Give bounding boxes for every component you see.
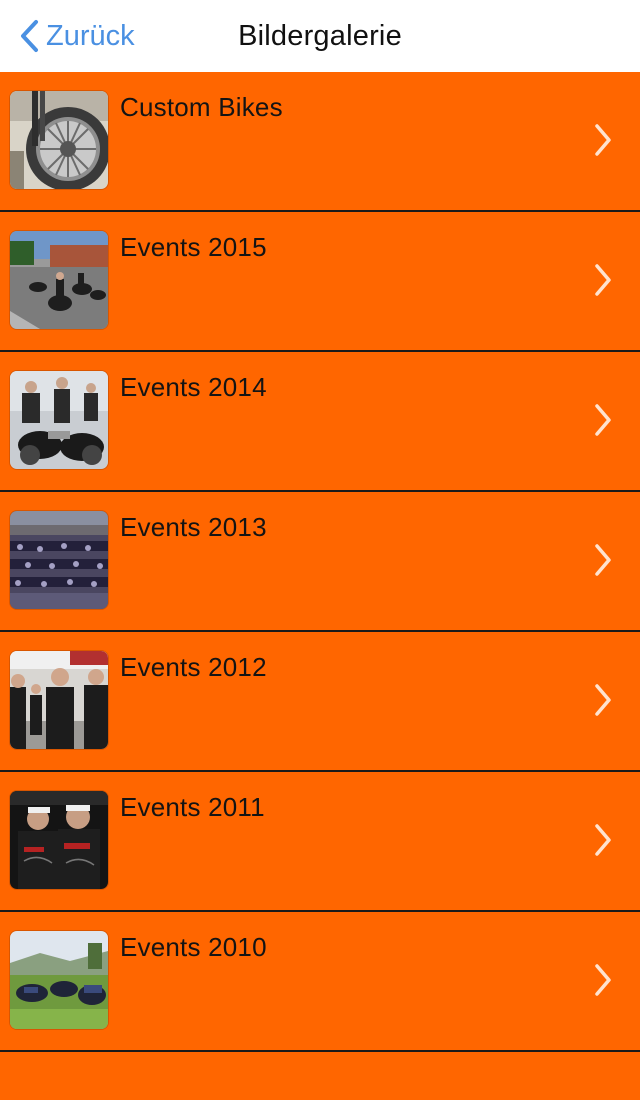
navigation-bar: Zurück Bildergalerie [0, 0, 640, 72]
parked-motorcycles-photo [10, 511, 108, 609]
gallery-row[interactable]: Custom Bikes [0, 72, 640, 212]
people-group-photo [10, 651, 108, 749]
two-bikers-photo [10, 791, 108, 889]
album-thumbnail [10, 91, 108, 189]
album-title: Events 2014 [120, 372, 267, 402]
bike-rally-photo [10, 231, 108, 329]
album-title: Events 2010 [120, 932, 267, 962]
chevron-right-icon [595, 404, 611, 436]
album-title: Events 2012 [120, 652, 267, 682]
gallery-row[interactable]: Events 2011 [0, 772, 640, 912]
album-thumbnail [10, 371, 108, 469]
album-title: Custom Bikes [120, 92, 283, 122]
album-title: Events 2015 [120, 232, 267, 262]
album-title: Events 2013 [120, 512, 267, 542]
album-thumbnail [10, 511, 108, 609]
motorcycle-wheel-photo [10, 91, 108, 189]
gallery-row[interactable]: Events 2010 [0, 912, 640, 1052]
chevron-right-icon [595, 264, 611, 296]
album-thumbnail [10, 931, 108, 1029]
gallery-row[interactable]: Events 2015 [0, 212, 640, 352]
bikes-on-meadow-photo [10, 931, 108, 1029]
page-title: Bildergalerie [238, 20, 402, 52]
chevron-right-icon [595, 824, 611, 856]
chevron-right-icon [595, 124, 611, 156]
chevron-right-icon [595, 544, 611, 576]
album-thumbnail [10, 651, 108, 749]
gallery-row[interactable]: Events 2013 [0, 492, 640, 632]
album-title: Events 2011 [120, 792, 265, 822]
gallery-row[interactable]: Events 2012 [0, 632, 640, 772]
riders-with-motorcycles-photo [10, 371, 108, 469]
gallery-row[interactable]: Events 2014 [0, 352, 640, 492]
chevron-right-icon [595, 964, 611, 996]
album-thumbnail [10, 231, 108, 329]
gallery-list: Custom Bikes Events 2015 Events 2014 Eve… [0, 72, 640, 1052]
album-thumbnail [10, 791, 108, 889]
chevron-right-icon [595, 684, 611, 716]
